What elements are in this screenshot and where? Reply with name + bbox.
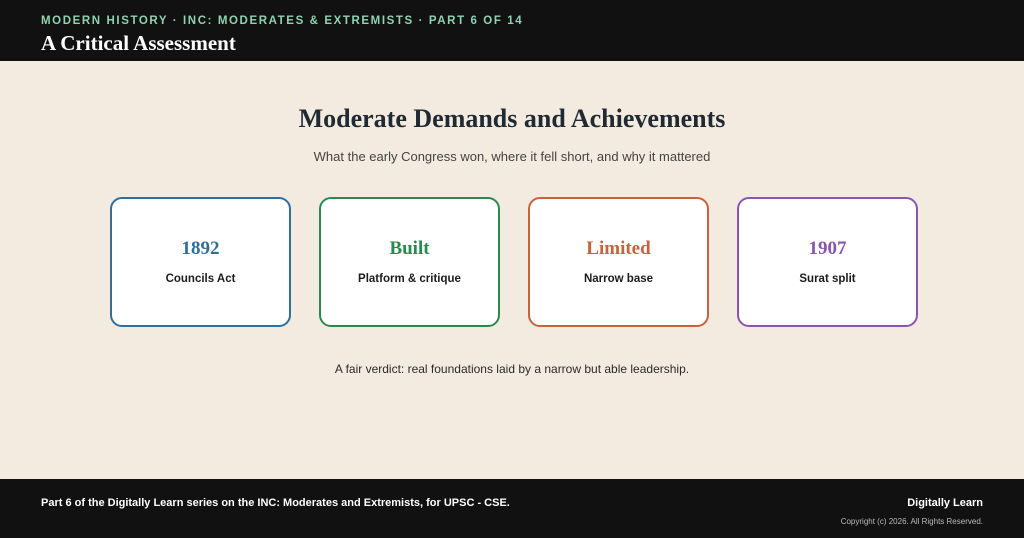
footer-bar: Part 6 of the Digitally Learn series on … bbox=[0, 479, 1024, 538]
card-councils-act: 1892 Councils Act bbox=[110, 197, 291, 327]
verdict-text: A fair verdict: real foundations laid by… bbox=[334, 362, 690, 376]
card-value: 1892 bbox=[181, 238, 220, 259]
card-surat-split: 1907 Surat split bbox=[737, 197, 918, 327]
card-platform: Built Platform & critique bbox=[319, 197, 500, 327]
top-header-bar: MODERN HISTORY · INC: MODERATES & EXTREM… bbox=[0, 0, 1024, 61]
footer-brand: Digitally Learn bbox=[907, 497, 983, 509]
card-value: 1907 bbox=[808, 238, 847, 259]
summary-cards: 1892 Councils Act Built Platform & criti… bbox=[110, 197, 918, 327]
card-label: Narrow base bbox=[583, 273, 654, 285]
card-label: Platform & critique bbox=[358, 273, 461, 285]
footer-copyright: Copyright (c) 2026. All Rights Reserved. bbox=[840, 517, 983, 526]
card-label: Councils Act bbox=[165, 273, 236, 285]
card-narrow-base: Limited Narrow base bbox=[528, 197, 709, 327]
card-value: Built bbox=[389, 238, 430, 259]
card-value: Limited bbox=[586, 238, 651, 259]
page-title: A Critical Assessment bbox=[41, 31, 236, 55]
section-subheading: What the early Congress won, where it fe… bbox=[313, 149, 711, 164]
section-heading: Moderate Demands and Achievements bbox=[298, 104, 726, 133]
card-label: Surat split bbox=[799, 273, 856, 285]
footer-description: Part 6 of the Digitally Learn series on … bbox=[41, 497, 510, 509]
breadcrumb: MODERN HISTORY · INC: MODERATES & EXTREM… bbox=[41, 15, 524, 27]
